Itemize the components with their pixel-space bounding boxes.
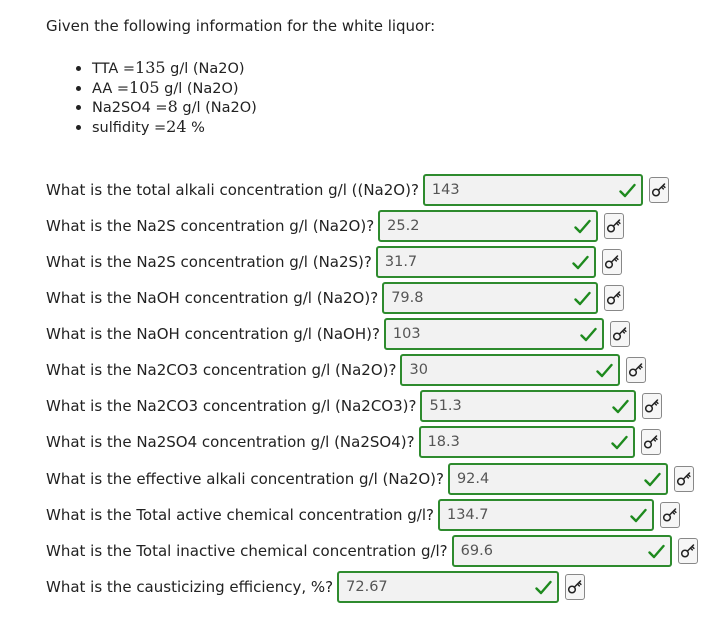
show-answer-button[interactable] — [601, 249, 622, 275]
answer-field[interactable]: 69.6 — [451, 535, 672, 567]
key-icon — [676, 472, 691, 486]
given-list: TTA =135 g/l (Na2O) AA =105 g/l (Na2O) N… — [74, 58, 257, 136]
answer-value: 72.67 — [346, 579, 388, 595]
question-row: What is the Na2SO4 concentration g/l (Na… — [46, 424, 661, 460]
check-icon — [535, 580, 552, 595]
given-item: AA =105 g/l (Na2O) — [74, 78, 257, 98]
question-label: What is the total alkali concentration g… — [46, 181, 419, 199]
question-row: What is the Total active chemical concen… — [46, 497, 680, 533]
answer-field[interactable]: 134.7 — [437, 499, 654, 531]
check-icon — [574, 291, 591, 306]
check-icon — [619, 183, 636, 198]
answer-field[interactable]: 79.8 — [382, 282, 599, 314]
question-row: What is the Na2CO3 concentration g/l (Na… — [46, 388, 663, 424]
given-item: sulfidity =24 % — [74, 117, 257, 137]
answer-value: 18.3 — [427, 434, 460, 450]
answer-field[interactable]: 72.67 — [337, 571, 560, 603]
question-label: What is the Na2CO3 concentration g/l (Na… — [46, 361, 397, 379]
key-icon — [604, 255, 619, 269]
key-icon — [645, 399, 660, 413]
answer-field[interactable]: 143 — [422, 174, 643, 206]
check-icon — [610, 435, 628, 450]
answer-field[interactable]: 92.4 — [447, 463, 668, 495]
question-row: What is the Total inactive chemical conc… — [46, 533, 698, 569]
key-icon — [662, 508, 677, 522]
answer-value: 25.2 — [387, 218, 420, 234]
show-answer-button[interactable] — [604, 213, 625, 239]
key-icon — [568, 580, 582, 594]
answer-field[interactable]: 51.3 — [420, 390, 637, 422]
show-answer-button[interactable] — [673, 466, 694, 492]
question-row: What is the effective alkali concentrati… — [46, 461, 694, 497]
show-answer-button[interactable] — [648, 177, 669, 203]
question-label: What is the Total active chemical concen… — [46, 506, 434, 524]
answer-value: 103 — [392, 326, 421, 342]
given-item: TTA =135 g/l (Na2O) — [74, 58, 257, 78]
check-icon — [580, 327, 597, 342]
answer-value: 30 — [409, 362, 428, 378]
key-icon — [643, 435, 658, 449]
show-answer-button[interactable] — [642, 393, 663, 419]
show-answer-button[interactable] — [677, 538, 698, 564]
question-label: What is the Na2CO3 concentration g/l (Na… — [46, 397, 417, 415]
answer-field[interactable]: 18.3 — [418, 426, 635, 458]
question-label: What is the Na2SO4 concentration g/l (Na… — [46, 433, 415, 451]
question-label: What is the Na2S concentration g/l (Na2S… — [46, 253, 372, 271]
answer-value: 69.6 — [460, 543, 493, 559]
answer-value: 143 — [431, 182, 460, 198]
question-row: What is the Na2CO3 concentration g/l (Na… — [46, 352, 647, 388]
answer-field[interactable]: 30 — [400, 354, 621, 386]
question-label: What is the effective alkali concentrati… — [46, 470, 444, 488]
answer-field[interactable]: 31.7 — [375, 246, 596, 278]
show-answer-button[interactable] — [609, 321, 630, 347]
check-icon — [596, 363, 614, 378]
show-answer-button[interactable] — [640, 429, 661, 455]
given-item: Na2SO4 =8 g/l (Na2O) — [74, 97, 257, 117]
answer-value: 92.4 — [456, 471, 490, 487]
question-label: What is the Total inactive chemical conc… — [46, 542, 448, 560]
check-icon — [647, 544, 665, 559]
key-icon — [651, 183, 666, 197]
intro-text: Given the following information for the … — [46, 17, 436, 35]
answer-value: 134.7 — [446, 507, 489, 523]
show-answer-button[interactable] — [659, 502, 680, 528]
check-icon — [644, 472, 661, 487]
question-label: What is the NaOH concentration g/l (NaOH… — [46, 325, 380, 343]
key-icon — [612, 327, 627, 341]
question-row: What is the Na2S concentration g/l (Na2O… — [46, 208, 625, 244]
key-icon — [607, 219, 621, 233]
show-answer-button[interactable] — [565, 574, 586, 600]
check-icon — [612, 399, 630, 414]
answer-value: 79.8 — [391, 290, 424, 306]
answer-value: 31.7 — [384, 254, 418, 270]
question-label: What is the causticizing efficiency, %? — [46, 578, 334, 596]
show-answer-button[interactable] — [604, 285, 625, 311]
question-row: What is the NaOH concentration g/l (Na2O… — [46, 280, 625, 316]
check-icon — [574, 219, 591, 234]
question-row: What is the Na2S concentration g/l (Na2S… — [46, 244, 622, 280]
answer-field[interactable]: 103 — [383, 318, 604, 350]
question-label: What is the Na2S concentration g/l (Na2O… — [46, 217, 375, 235]
question-row: What is the NaOH concentration g/l (NaOH… — [46, 316, 630, 352]
key-icon — [607, 291, 621, 305]
answer-field[interactable]: 25.2 — [378, 210, 599, 242]
key-icon — [680, 544, 695, 558]
question-row: What is the total alkali concentration g… — [46, 172, 669, 208]
check-icon — [630, 508, 647, 523]
key-icon — [629, 363, 644, 377]
check-icon — [572, 255, 589, 270]
answer-value: 51.3 — [429, 398, 462, 414]
question-row: What is the causticizing efficiency, %? 7… — [46, 569, 586, 605]
show-answer-button[interactable] — [626, 357, 647, 383]
question-label: What is the NaOH concentration g/l (Na2O… — [46, 289, 379, 307]
